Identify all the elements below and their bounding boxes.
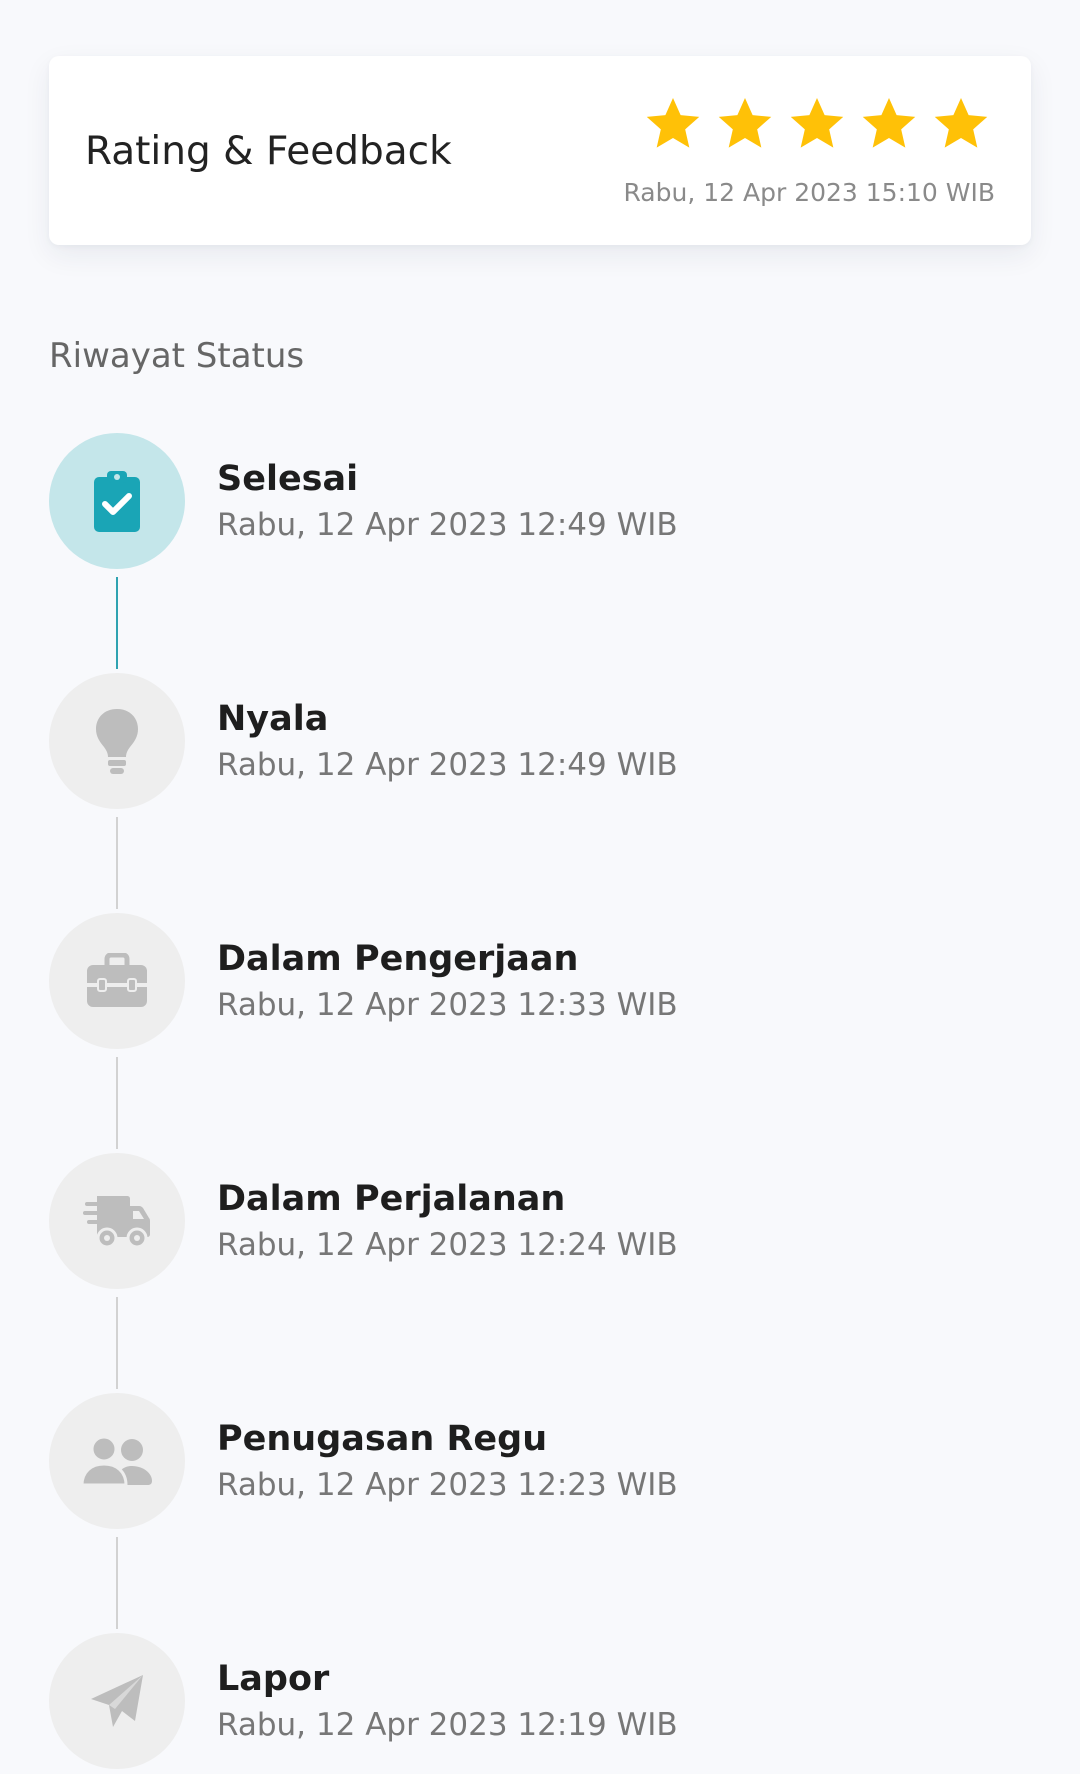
timeline-connector [116,1297,118,1389]
timeline-icon-circle [49,1153,185,1289]
timeline-status: Dalam Pengerjaan [217,939,579,979]
timeline-status: Lapor [217,1659,330,1699]
timeline-item: Dalam Perjalanan Rabu, 12 Apr 2023 12:24… [49,1153,1029,1289]
timeline-connector [116,1537,118,1629]
timeline-item: Dalam Pengerjaan Rabu, 12 Apr 2023 12:33… [49,913,1029,1049]
truck-icon [83,1194,151,1248]
timeline-status: Nyala [217,699,329,739]
timeline-time: Rabu, 12 Apr 2023 12:49 WIB [217,747,678,783]
timeline-time: Rabu, 12 Apr 2023 12:49 WIB [217,507,678,543]
timeline-connector [116,817,118,909]
timeline-status: Selesai [217,459,359,499]
clipboard-check-icon [92,468,142,534]
timeline-icon-circle [49,673,185,809]
timeline-time: Rabu, 12 Apr 2023 12:33 WIB [217,987,678,1023]
timeline-time: Rabu, 12 Apr 2023 12:19 WIB [217,1707,678,1743]
timeline-connector [116,577,118,669]
timeline-icon-circle [49,1633,185,1769]
timeline-icon-circle [49,913,185,1049]
timeline-connector [116,1057,118,1149]
timeline-item: Penugasan Regu Rabu, 12 Apr 2023 12:23 W… [49,1393,1029,1529]
timeline-status: Penugasan Regu [217,1419,548,1459]
status-timeline: Selesai Rabu, 12 Apr 2023 12:49 WIB Nyal… [0,0,1080,1774]
timeline-status: Dalam Perjalanan [217,1179,566,1219]
timeline-icon-circle [49,433,185,569]
toolbox-icon [85,953,149,1009]
timeline-item: Selesai Rabu, 12 Apr 2023 12:49 WIB [49,433,1029,569]
timeline-icon-circle [49,1393,185,1529]
lightbulb-icon [94,707,140,775]
timeline-time: Rabu, 12 Apr 2023 12:23 WIB [217,1467,678,1503]
users-icon [80,1435,154,1487]
timeline-item: Nyala Rabu, 12 Apr 2023 12:49 WIB [49,673,1029,809]
timeline-item: Lapor Rabu, 12 Apr 2023 12:19 WIB [49,1633,1029,1769]
paper-plane-icon [89,1673,145,1729]
timeline-time: Rabu, 12 Apr 2023 12:24 WIB [217,1227,678,1263]
